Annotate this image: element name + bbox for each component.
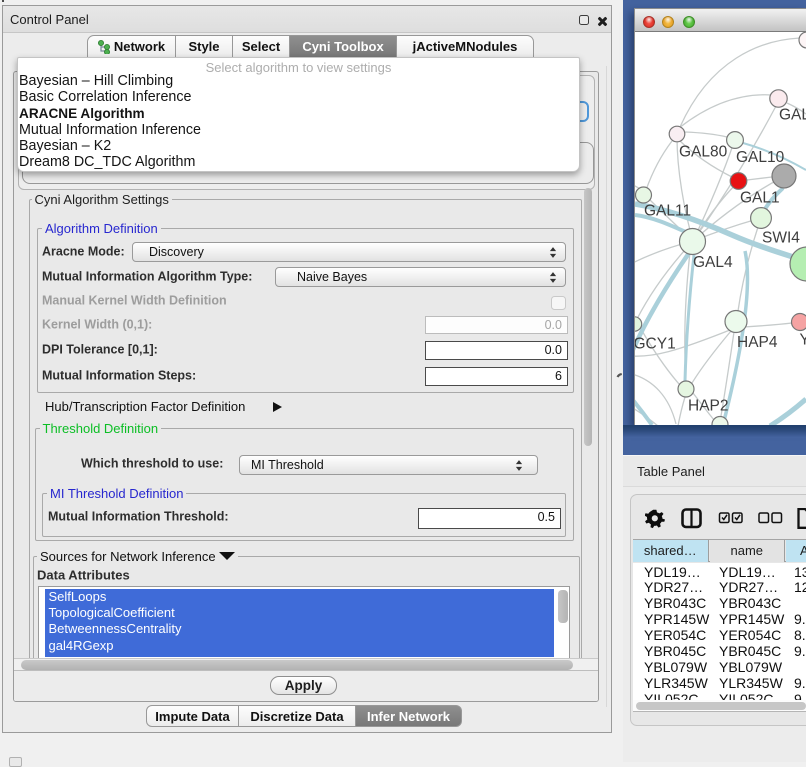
svg-text:GAL11: GAL11 (644, 203, 691, 220)
svg-text:GAL80: GAL80 (679, 144, 728, 161)
svg-text:GAL10: GAL10 (736, 149, 785, 166)
svg-text:HAP2: HAP2 (688, 398, 729, 415)
svg-text:GAL1: GAL1 (740, 189, 780, 206)
svg-text:HAP4: HAP4 (737, 334, 778, 351)
svg-text:YJ: YJ (800, 332, 806, 349)
svg-text:GAL2: GAL2 (779, 107, 806, 124)
svg-text:GAL4: GAL4 (693, 254, 733, 271)
svg-text:SWI4: SWI4 (762, 230, 800, 247)
svg-text:GCY1: GCY1 (635, 336, 676, 353)
